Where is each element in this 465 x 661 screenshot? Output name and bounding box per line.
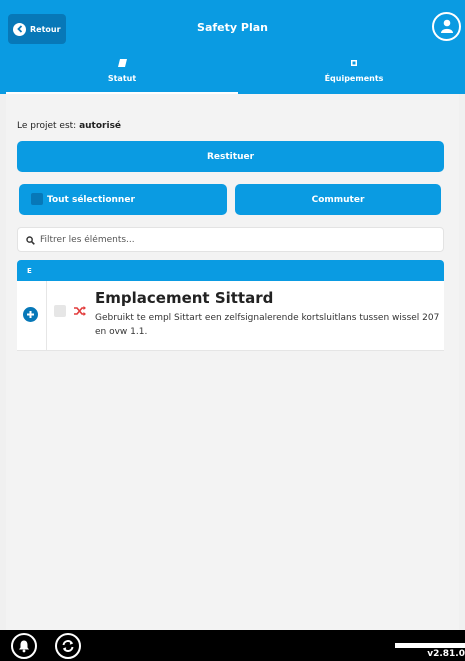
filter-search[interactable] [17,227,444,252]
add-icon[interactable] [23,307,38,322]
item-name: Emplacement Sittard [95,289,274,307]
project-status: Le projet est: autorisé [17,121,121,131]
tab-equipements-label: Équipements [324,74,384,83]
square-icon [351,56,357,69]
group-header: E [17,260,444,281]
footer-bar: v2.81.0 [0,630,465,661]
group-letter: E [27,266,32,275]
user-icon[interactable] [432,12,461,41]
item-checkbox[interactable] [54,305,66,317]
main-content: Le projet est: autorisé Restituer Tout s… [6,94,459,630]
page-title: Safety Plan [197,21,268,34]
project-status-value: autorisé [79,121,122,131]
app-header: Retour Safety Plan Statut Équipements [0,0,465,94]
restore-button-label: Restituer [206,151,255,162]
item-divider [46,281,47,350]
username-redacted [395,643,465,648]
tab-statut-label: Statut [107,74,137,83]
project-status-prefix: Le projet est: [17,121,77,131]
select-all-button[interactable]: Tout sélectionner [19,184,227,215]
tag-icon [117,56,127,69]
filter-input[interactable] [40,234,420,245]
tab-equipements[interactable]: Équipements [238,50,465,94]
select-all-checkbox[interactable] [31,193,43,205]
switch-button[interactable]: Commuter [235,184,441,215]
item-description: Gebruikt te empl Sittart een zelfsignale… [95,313,440,337]
search-icon [26,230,35,249]
app-version: v2.81.0 [427,649,465,659]
select-all-label: Tout sélectionner [47,194,135,205]
bell-icon[interactable] [11,633,37,659]
restore-button[interactable]: Restituer [17,141,444,172]
list-item[interactable]: Emplacement Sittard Gebruikt te empl Sit… [17,281,444,351]
shuffle-icon [73,304,87,318]
switch-button-label: Commuter [311,194,365,205]
sync-icon[interactable] [55,633,81,659]
tab-statut[interactable]: Statut [6,50,238,94]
